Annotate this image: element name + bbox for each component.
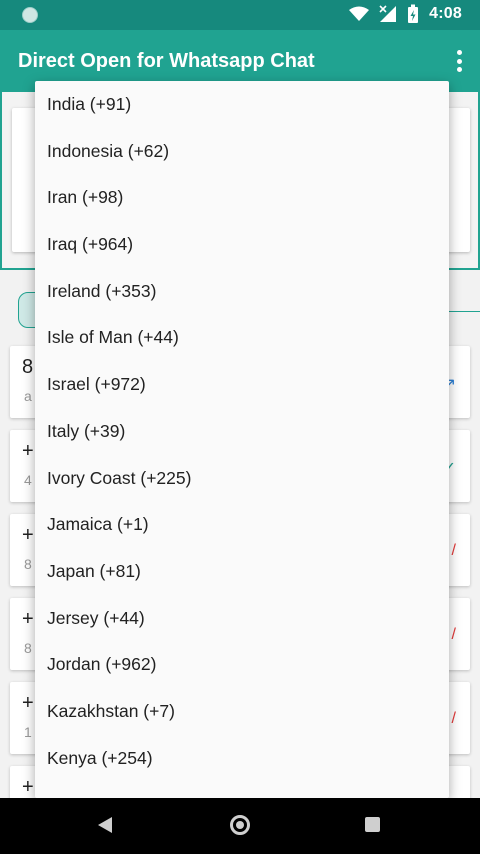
- status-bar: 4:08: [0, 0, 480, 30]
- country-option[interactable]: Indonesia (+62): [35, 128, 449, 175]
- country-code-dropdown[interactable]: India (+91) Indonesia (+62) Iran (+98) I…: [35, 81, 449, 798]
- history-subtext: 1: [24, 724, 32, 740]
- slash-icon[interactable]: /: [452, 626, 456, 644]
- history-number: +: [22, 524, 34, 546]
- history-number: +: [22, 440, 34, 462]
- country-option[interactable]: Italy (+39): [35, 408, 449, 455]
- app-title: Direct Open for Whatsapp Chat: [18, 50, 315, 72]
- overflow-menu-icon[interactable]: [454, 50, 464, 72]
- slash-icon[interactable]: /: [452, 710, 456, 728]
- country-option[interactable]: Iraq (+964): [35, 221, 449, 268]
- country-option[interactable]: Israel (+972): [35, 361, 449, 408]
- history-subtext: 4: [24, 472, 32, 488]
- back-icon[interactable]: [98, 817, 112, 833]
- notification-dot-icon: [22, 7, 38, 23]
- country-option[interactable]: Kazakhstan (+7): [35, 688, 449, 735]
- battery-charging-icon: [408, 4, 419, 23]
- country-option[interactable]: Jordan (+962): [35, 641, 449, 688]
- slash-icon[interactable]: /: [452, 542, 456, 560]
- country-option[interactable]: Ireland (+353): [35, 268, 449, 315]
- history-number: 8: [22, 356, 34, 378]
- home-icon[interactable]: [230, 815, 250, 835]
- history-number: +: [22, 776, 34, 798]
- country-option[interactable]: Kenya (+254): [35, 735, 449, 782]
- status-icons: 4:08: [349, 4, 462, 24]
- country-option[interactable]: Jamaica (+1): [35, 501, 449, 548]
- history-subtext: 8: [24, 640, 32, 656]
- signal-icon: [379, 5, 397, 22]
- navigation-bar: [0, 798, 480, 854]
- country-option[interactable]: India (+91): [35, 81, 449, 128]
- recents-icon[interactable]: [365, 817, 380, 832]
- history-subtext: 8: [24, 556, 32, 572]
- history-number: +: [22, 608, 34, 630]
- country-option[interactable]: Japan (+81): [35, 548, 449, 595]
- wifi-icon: [349, 6, 370, 21]
- history-subtext: a: [24, 388, 32, 404]
- country-option[interactable]: Jersey (+44): [35, 595, 449, 642]
- history-number: +: [22, 692, 34, 714]
- country-option[interactable]: Ivory Coast (+225): [35, 455, 449, 502]
- country-option[interactable]: Iran (+98): [35, 174, 449, 221]
- status-time: 4:08: [429, 5, 462, 22]
- country-option[interactable]: Isle of Man (+44): [35, 314, 449, 361]
